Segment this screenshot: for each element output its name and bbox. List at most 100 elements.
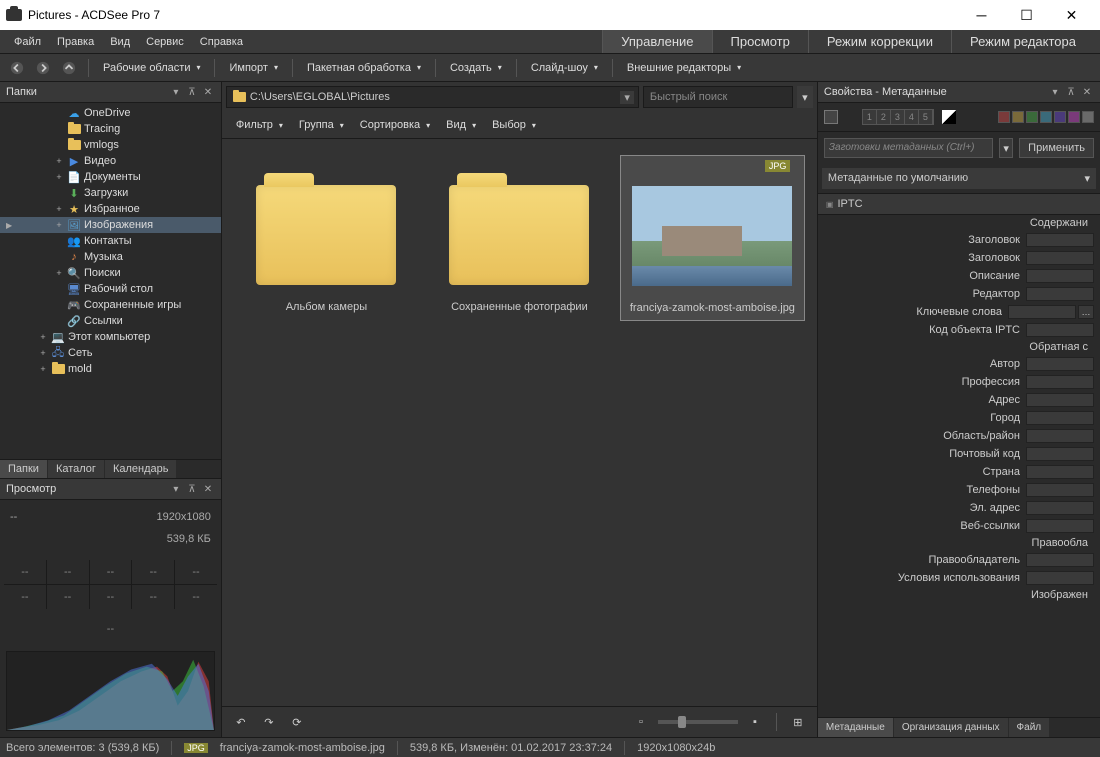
pin-icon[interactable]: ⊼ (1064, 85, 1078, 99)
pane-close-icon[interactable]: ✕ (201, 85, 215, 99)
menu-help[interactable]: Справка (192, 33, 251, 51)
field-input[interactable] (1026, 251, 1094, 265)
up-button[interactable] (58, 57, 80, 79)
tree-item[interactable]: +mold (0, 361, 221, 377)
pin-icon[interactable]: ⊼ (185, 85, 199, 99)
tab-folders[interactable]: Папки (0, 460, 47, 478)
field-input[interactable] (1026, 269, 1094, 283)
color-label[interactable] (1012, 111, 1024, 123)
rating-2[interactable]: 2 (877, 110, 891, 124)
field-input[interactable] (1026, 447, 1094, 461)
color-label[interactable] (1082, 111, 1094, 123)
filter-dropdown[interactable]: Фильтр (230, 116, 289, 134)
rotate-right-icon[interactable]: ↷ (258, 711, 280, 733)
color-label[interactable] (1040, 111, 1052, 123)
tree-item[interactable]: ☁OneDrive (0, 105, 221, 121)
thumbnail[interactable]: Альбом камеры (234, 155, 419, 319)
refresh-icon[interactable]: ⟳ (286, 711, 308, 733)
tree-item[interactable]: ♪Музыка (0, 249, 221, 265)
minimize-button[interactable]: ─ (959, 0, 1004, 30)
thumbnail-area[interactable]: Альбом камерыСохраненные фотографииJPGfr… (222, 139, 817, 706)
tree-item[interactable]: +📄Документы (0, 169, 221, 185)
pane-close-icon[interactable]: ✕ (1080, 85, 1094, 99)
search-dropdown-icon[interactable]: ▾ (797, 86, 813, 108)
mode-edit[interactable]: Режим редактора (951, 30, 1094, 53)
rating-4[interactable]: 4 (905, 110, 919, 124)
browse-button[interactable]: … (1078, 305, 1094, 319)
rotate-left-icon[interactable]: ↶ (230, 711, 252, 733)
pane-menu-icon[interactable]: ▾ (169, 482, 183, 496)
tab-calendar[interactable]: Календарь (105, 460, 177, 478)
maximize-button[interactable]: ☐ (1004, 0, 1049, 30)
color-label[interactable] (998, 111, 1010, 123)
tree-item[interactable]: +💻Этот компьютер (0, 329, 221, 345)
pane-close-icon[interactable]: ✕ (201, 482, 215, 496)
color-labels[interactable] (998, 111, 1094, 123)
field-input[interactable] (1026, 287, 1094, 301)
metadata-preset-dropdown[interactable]: Заготовки метаданных (Ctrl+) (824, 138, 993, 158)
field-input[interactable] (1026, 501, 1094, 515)
tab-metadata[interactable]: Метаданные (818, 718, 893, 737)
select-dropdown[interactable]: Выбор (486, 116, 542, 134)
tree-item[interactable]: ⬇Загрузки (0, 185, 221, 201)
field-input[interactable] (1026, 393, 1094, 407)
tree-item[interactable]: +★Избранное (0, 201, 221, 217)
path-input[interactable]: C:\Users\EGLOBAL\Pictures (226, 86, 639, 108)
slideshow-dropdown[interactable]: Слайд-шоу (525, 59, 604, 77)
tab-catalog[interactable]: Каталог (48, 460, 104, 478)
pane-menu-icon[interactable]: ▾ (169, 85, 183, 99)
iptc-section-header[interactable]: IPTC (818, 193, 1100, 215)
tree-item[interactable]: +🖧Сеть (0, 345, 221, 361)
folder-tree[interactable]: ☁OneDriveTracingvmlogs+▶Видео+📄Документы… (0, 103, 221, 459)
tree-item[interactable]: vmlogs (0, 137, 221, 153)
menu-view[interactable]: Вид (102, 33, 138, 51)
tree-item[interactable]: 🖥Рабочий стол (0, 281, 221, 297)
pin-icon[interactable]: ⊼ (185, 482, 199, 496)
menu-edit[interactable]: Правка (49, 33, 102, 51)
field-input[interactable] (1026, 323, 1094, 337)
tag-checkbox[interactable] (824, 110, 838, 124)
zoom-slider[interactable] (658, 720, 738, 724)
thumbnail[interactable]: JPGfranciya-zamok-most-amboise.jpg (620, 155, 805, 321)
tree-item[interactable]: ▶+🖼Изображения (0, 217, 221, 233)
sort-dropdown[interactable]: Сортировка (354, 116, 436, 134)
menu-file[interactable]: Файл (6, 33, 49, 51)
batch-dropdown[interactable]: Пакетная обработка (301, 59, 427, 77)
thumbnail[interactable]: Сохраненные фотографии (427, 155, 612, 319)
field-input[interactable] (1026, 375, 1094, 389)
rating-3[interactable]: 3 (891, 110, 905, 124)
field-input[interactable] (1026, 357, 1094, 371)
metadata-profile-dropdown[interactable]: Метаданные по умолчанию (822, 168, 1096, 189)
field-input[interactable] (1026, 553, 1094, 567)
rating-selector[interactable]: 12345 (862, 109, 934, 125)
zoom-in-icon[interactable]: ▪ (744, 711, 766, 733)
menu-service[interactable]: Сервис (138, 33, 192, 51)
mode-view[interactable]: Просмотр (712, 30, 808, 53)
forward-button[interactable] (32, 57, 54, 79)
apply-button[interactable]: Применить (1019, 138, 1094, 158)
tree-item[interactable]: 👥Контакты (0, 233, 221, 249)
mode-manage[interactable]: Управление (602, 30, 711, 53)
field-input[interactable] (1026, 411, 1094, 425)
field-input[interactable] (1026, 519, 1094, 533)
external-dropdown[interactable]: Внешние редакторы (621, 59, 747, 77)
tab-file[interactable]: Файл (1009, 718, 1050, 737)
tree-item[interactable]: +🔍Поиски (0, 265, 221, 281)
back-button[interactable] (6, 57, 28, 79)
field-input[interactable] (1026, 233, 1094, 247)
import-dropdown[interactable]: Импорт (223, 59, 283, 77)
clear-rating-icon[interactable] (942, 110, 956, 124)
workspaces-dropdown[interactable]: Рабочие области (97, 59, 206, 77)
field-input[interactable] (1026, 571, 1094, 585)
color-label[interactable] (1054, 111, 1066, 123)
zoom-out-icon[interactable]: ▫ (630, 711, 652, 733)
color-label[interactable] (1068, 111, 1080, 123)
group-dropdown[interactable]: Группа (293, 116, 350, 134)
tree-item[interactable]: Tracing (0, 121, 221, 137)
color-label[interactable] (1026, 111, 1038, 123)
pane-menu-icon[interactable]: ▾ (1048, 85, 1062, 99)
tree-item[interactable]: +▶Видео (0, 153, 221, 169)
tab-organization[interactable]: Организация данных (894, 718, 1008, 737)
tree-item[interactable]: 🎮Сохраненные игры (0, 297, 221, 313)
rating-1[interactable]: 1 (863, 110, 877, 124)
